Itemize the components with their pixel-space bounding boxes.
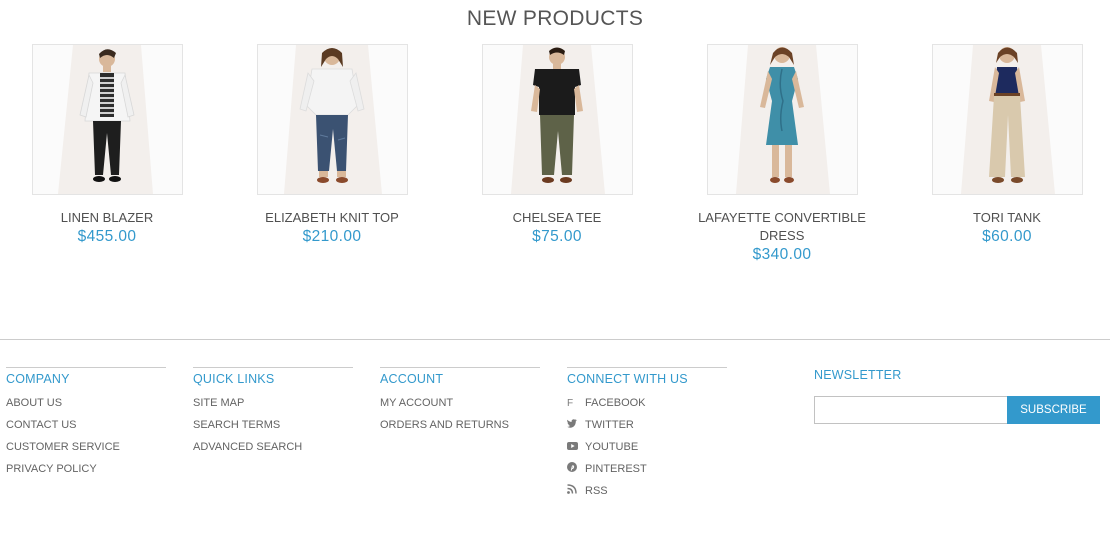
product-price: $340.00 (752, 246, 812, 263)
linen-blazer-photo (32, 45, 182, 194)
footer-divider (0, 339, 1110, 340)
footer-link-pinterest[interactable]: PINTEREST (567, 462, 727, 484)
footer-company-column: COMPANY ABOUT US CONTACT US CUSTOMER SER… (6, 367, 166, 484)
footer-link-my-account[interactable]: MY ACCOUNT (380, 396, 540, 418)
pinterest-icon (567, 462, 585, 477)
footer-link-orders-and-returns[interactable]: ORDERS AND RETURNS (380, 418, 540, 440)
footer-quick-links-column: QUICK LINKS SITE MAP SEARCH TERMS ADVANC… (193, 367, 353, 462)
product-price: $60.00 (982, 228, 1032, 245)
rss-icon (567, 484, 585, 499)
chelsea-tee-photo (482, 45, 632, 194)
product-item: LINEN BLAZER $455.00 (7, 44, 207, 246)
product-image[interactable] (481, 44, 633, 195)
product-name-link[interactable]: TORI TANK (907, 209, 1107, 227)
product-name-link[interactable]: CHELSEA TEE (457, 209, 657, 227)
product-price: $455.00 (77, 228, 137, 245)
footer-link-facebook[interactable]: f FACEBOOK (567, 396, 727, 418)
newsletter-section: NEWSLETTER SUBSCRIBE (814, 368, 1104, 424)
footer-link-site-map[interactable]: SITE MAP (193, 396, 353, 418)
footer-link-contact-us[interactable]: CONTACT US (6, 418, 166, 440)
product-item: CHELSEA TEE $75.00 (457, 44, 657, 246)
product-item: LAFAYETTE CONVERTIBLE DRESS $340.00 (682, 44, 882, 264)
elizabeth-knit-top-photo (257, 45, 407, 194)
subscribe-button[interactable]: SUBSCRIBE (1007, 396, 1100, 424)
footer-quick-links-heading: QUICK LINKS (193, 367, 353, 386)
youtube-label: YOUTUBE (585, 441, 639, 453)
footer-link-twitter[interactable]: TWITTER (567, 418, 727, 440)
product-image[interactable] (31, 44, 183, 195)
newsletter-form: SUBSCRIBE (814, 396, 1104, 424)
twitter-icon (567, 419, 585, 433)
footer-link-advanced-search[interactable]: ADVANCED SEARCH (193, 440, 353, 462)
product-price: $75.00 (532, 228, 582, 245)
youtube-icon (567, 441, 585, 455)
footer-connect-heading: CONNECT WITH US (567, 367, 727, 386)
product-image[interactable] (931, 44, 1083, 195)
footer-account-heading: ACCOUNT (380, 367, 540, 386)
product-name-link[interactable]: ELIZABETH KNIT TOP (232, 209, 432, 227)
footer-link-rss[interactable]: RSS (567, 484, 727, 506)
product-item: ELIZABETH KNIT TOP $210.00 (232, 44, 432, 246)
pinterest-label: PINTEREST (585, 463, 647, 475)
footer-account-column: ACCOUNT MY ACCOUNT ORDERS AND RETURNS (380, 367, 540, 440)
newsletter-heading: NEWSLETTER (814, 368, 902, 382)
section-title: NEW PRODUCTS (466, 7, 644, 30)
footer-connect-column: CONNECT WITH US f FACEBOOK TWITTER YOUTUB… (567, 367, 727, 506)
footer-link-customer-service[interactable]: CUSTOMER SERVICE (6, 440, 166, 462)
footer-company-heading: COMPANY (6, 367, 166, 386)
product-grid: LINEN BLAZER $455.00 ELIZABETH KNIT TOP (0, 44, 1110, 284)
facebook-icon: f (567, 398, 574, 409)
product-price: $210.00 (302, 228, 362, 245)
product-image[interactable] (706, 44, 858, 195)
rss-label: RSS (585, 485, 608, 497)
footer-link-about-us[interactable]: ABOUT US (6, 396, 166, 418)
footer-link-privacy-policy[interactable]: PRIVACY POLICY (6, 462, 166, 484)
footer-link-search-terms[interactable]: SEARCH TERMS (193, 418, 353, 440)
lafayette-dress-photo (707, 45, 857, 194)
facebook-label: FACEBOOK (585, 397, 646, 409)
newsletter-email-input[interactable] (814, 396, 1007, 424)
footer-link-youtube[interactable]: YOUTUBE (567, 440, 727, 462)
twitter-label: TWITTER (585, 419, 634, 431)
product-name-link[interactable]: LINEN BLAZER (7, 209, 207, 227)
product-name-link[interactable]: LAFAYETTE CONVERTIBLE DRESS (682, 209, 882, 245)
product-item: TORI TANK $60.00 (907, 44, 1107, 246)
tori-tank-photo (932, 45, 1082, 194)
product-image[interactable] (256, 44, 408, 195)
